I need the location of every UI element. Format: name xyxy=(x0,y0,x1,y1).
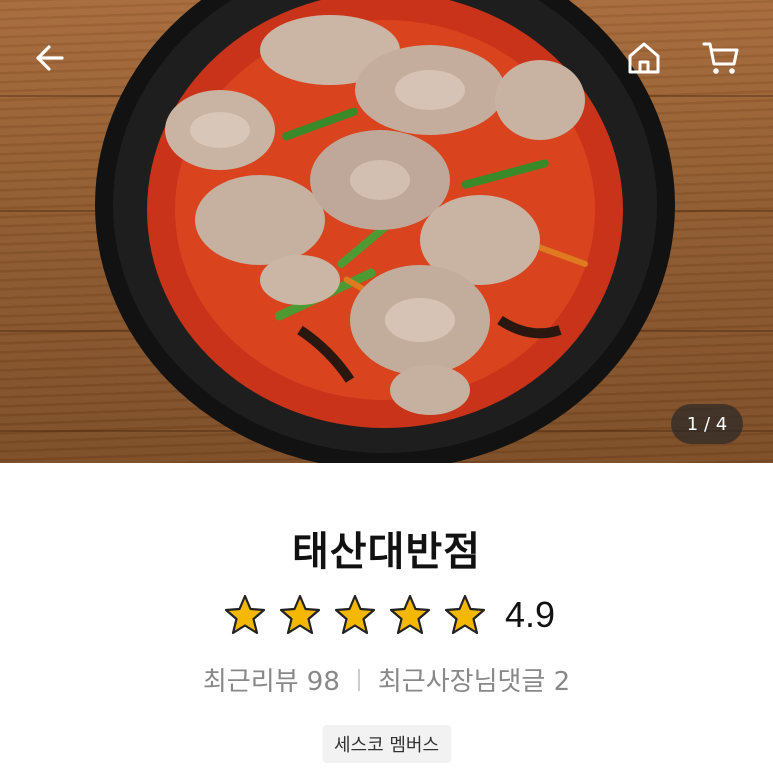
rating-value: 4.9 xyxy=(504,594,556,635)
back-button[interactable] xyxy=(26,34,74,82)
cesco-members-badge: 세스코 멤버스 xyxy=(321,725,452,763)
home-icon xyxy=(628,42,660,74)
arrow-left-icon xyxy=(36,45,64,71)
star-icon xyxy=(335,594,376,635)
star-icon xyxy=(225,594,266,635)
hero-image[interactable]: 1 / 4 xyxy=(0,0,773,463)
home-button[interactable] xyxy=(620,34,668,82)
star-icon xyxy=(390,594,431,635)
meta-divider xyxy=(357,668,360,691)
cart-button[interactable] xyxy=(697,34,745,82)
cart-icon xyxy=(702,42,739,74)
star-icon xyxy=(445,594,486,635)
star-icon xyxy=(280,594,321,635)
store-name: 태산대반점 xyxy=(292,529,481,575)
image-counter: 1 / 4 xyxy=(671,404,743,444)
rating-row[interactable]: 4.9 xyxy=(0,593,773,637)
review-meta: 최근리뷰 98 최근사장님댓글 2 xyxy=(0,661,773,698)
owner-comments-link[interactable]: 최근사장님댓글 2 xyxy=(378,661,570,698)
recent-reviews-link[interactable]: 최근리뷰 98 xyxy=(203,661,340,698)
store-info: 태산대반점 4.9 최근리뷰 98 최근사장님댓글 2 세스코 멤버스 xyxy=(0,463,773,783)
